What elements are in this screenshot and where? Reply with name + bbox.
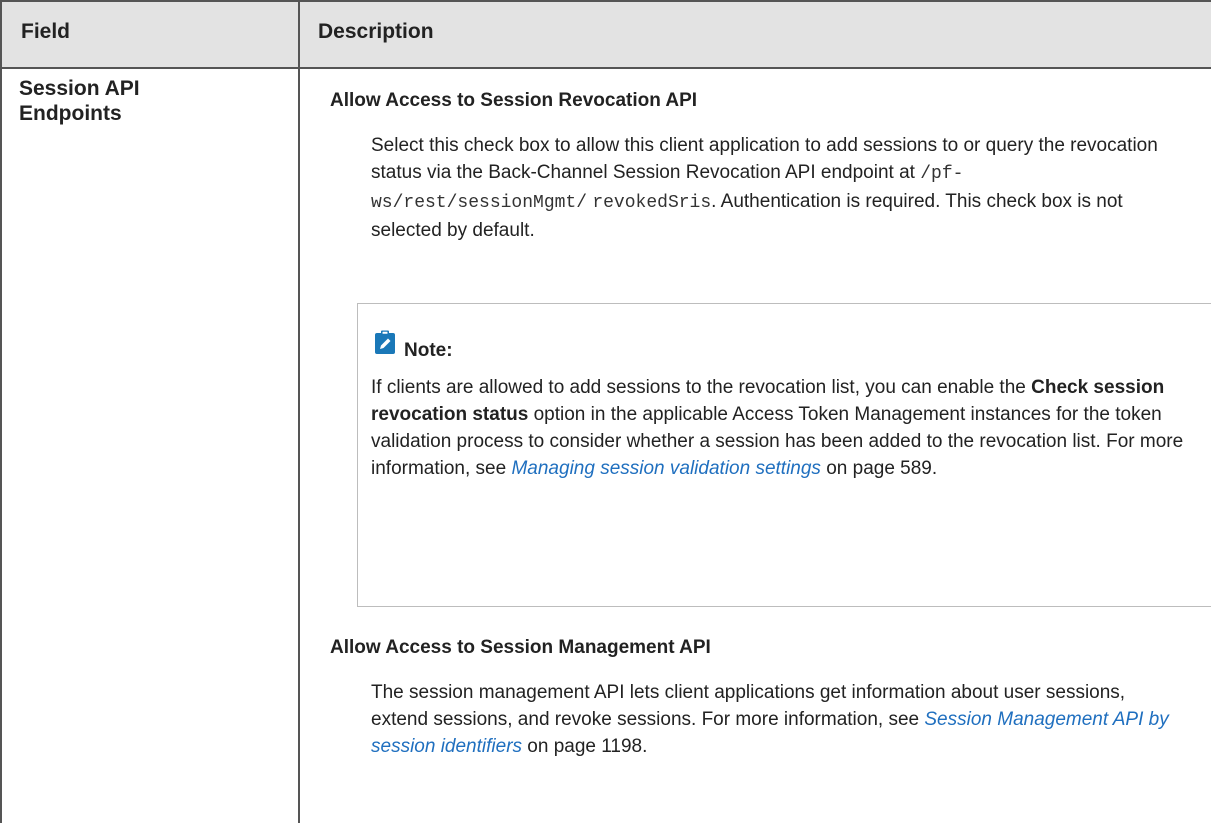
section-revocation-paragraph: Select this check box to allow this clie… (371, 132, 1171, 244)
revocation-endpoint-path-2: revokedSris (592, 193, 712, 213)
note-text-1: If clients are allowed to add sessions t… (371, 377, 1032, 398)
section-revocation-heading: Allow Access to Session Revocation API (330, 90, 698, 111)
table-header-row: Field Description (2, 2, 1211, 69)
field-name-line-1: Session API (19, 77, 140, 100)
field-name-cell: Session API Endpoints (19, 76, 279, 126)
section-management-paragraph: The session management API lets client a… (371, 679, 1171, 760)
field-name-line-2: Endpoints (19, 102, 122, 125)
revocation-text-1: Select this check box to allow this clie… (371, 135, 1158, 183)
management-text-2: on page 1198. (522, 736, 648, 757)
link-managing-session-validation[interactable]: Managing session validation settings (511, 458, 820, 479)
note-pencil-icon (375, 330, 395, 354)
section-management-heading: Allow Access to Session Management API (330, 637, 711, 658)
note-title: Note: (404, 340, 453, 361)
column-divider (298, 0, 300, 823)
header-description: Description (318, 20, 434, 43)
header-field: Field (21, 20, 71, 43)
note-text-3: on page 589. (820, 458, 938, 479)
note-box: Note: If clients are allowed to add sess… (357, 303, 1211, 607)
note-text: If clients are allowed to add sessions t… (371, 374, 1211, 482)
